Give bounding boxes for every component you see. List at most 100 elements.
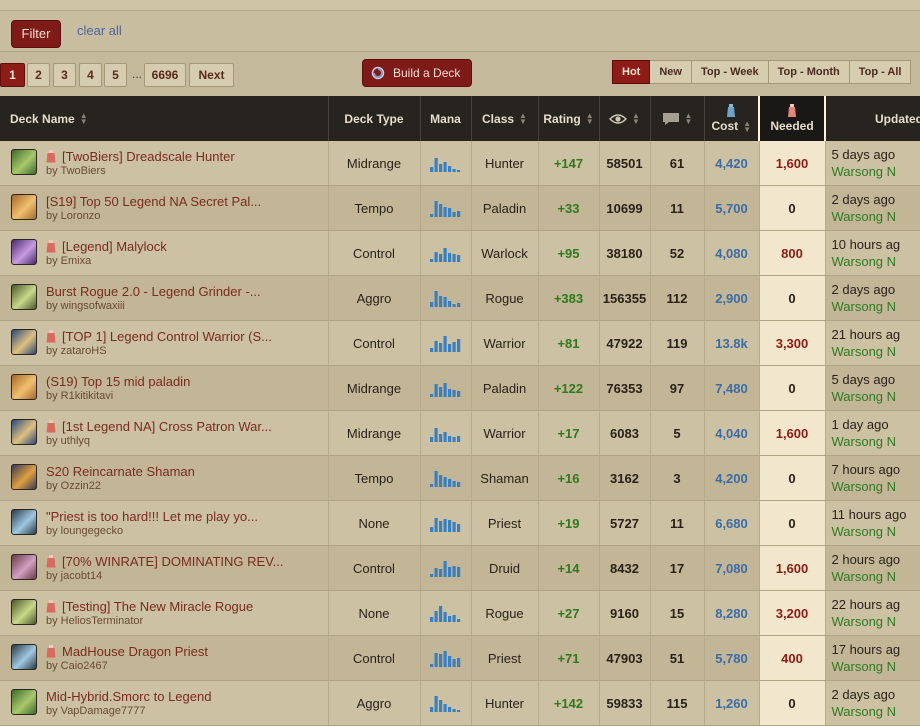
sort-tab-top-week[interactable]: Top - Week (692, 60, 769, 84)
deck-author-link[interactable]: by Ozzin22 (46, 480, 101, 492)
table-row[interactable]: Burst Rogue 2.0 - Legend Grinder -...by … (0, 276, 920, 321)
deck-author-link[interactable]: by loungegecko (46, 525, 123, 537)
deck-author-link[interactable]: by uthlyq (46, 435, 90, 447)
updated-by-link[interactable]: Warsong N (832, 614, 920, 629)
class-cell: Hunter (471, 681, 538, 726)
updated-by-link[interactable]: Warsong N (832, 209, 920, 224)
col-cost[interactable]: Cost▲▼ (704, 96, 759, 141)
sort-tab-top-all[interactable]: Top - All (850, 60, 912, 84)
deck-name-cell: Mid-Hybrid.Smorc to Legendby VapDamage77… (0, 681, 328, 726)
mana-bar (434, 471, 437, 487)
updated-by-link[interactable]: Warsong N (832, 659, 920, 674)
potion-icon (46, 420, 56, 433)
deck-name-link[interactable]: [Testing] The New Miracle Rogue (46, 599, 253, 614)
deck-name-text: [Legend] Malylock (62, 239, 167, 254)
updated-by-link[interactable]: Warsong N (832, 254, 920, 269)
deck-author-link[interactable]: by Loronzo (46, 210, 100, 222)
table-row[interactable]: [70% WINRATE] DOMINATING REV...by jacobt… (0, 546, 920, 591)
mana-cell (420, 636, 471, 681)
page-5-button[interactable]: 5 (104, 63, 127, 87)
col-needed-label: Needed (770, 119, 813, 133)
potion-icon (46, 600, 56, 613)
col-rating[interactable]: Rating▲▼ (538, 96, 599, 141)
deck-author-link[interactable]: by Caio2467 (46, 660, 108, 672)
priest-icon (11, 509, 37, 535)
mana-bar (443, 519, 446, 532)
updated-cell: 2 days agoWarsong N (825, 186, 920, 231)
deck-author-link[interactable]: by R1kitikitavi (46, 390, 113, 402)
deck-name-link[interactable]: [1st Legend NA] Cross Patron War... (46, 419, 272, 434)
deck-name-link[interactable]: (S19) Top 15 mid paladin (46, 374, 190, 389)
mana-bar (430, 394, 433, 397)
deck-name-link[interactable]: MadHouse Dragon Priest (46, 644, 208, 659)
updated-by-link[interactable]: Warsong N (832, 389, 920, 404)
clear-all-link[interactable]: clear all (77, 23, 122, 38)
deck-name-link[interactable]: [S19] Top 50 Legend NA Secret Pal... (46, 194, 261, 209)
table-row[interactable]: [1st Legend NA] Cross Patron War...by ut… (0, 411, 920, 456)
table-row[interactable]: [Legend] Malylockby EmixaControlWarlock+… (0, 231, 920, 276)
page-1-button[interactable]: 1 (0, 63, 25, 87)
deck-author-link[interactable]: by Emixa (46, 255, 91, 267)
mana-bar (457, 339, 460, 352)
deck-author-link[interactable]: by zataroHS (46, 345, 107, 357)
updated-by-link[interactable]: Warsong N (832, 704, 920, 719)
deck-name-link[interactable]: [TOP 1] Legend Control Warrior (S... (46, 329, 272, 344)
class-cell: Druid (471, 546, 538, 591)
table-row[interactable]: S20 Reincarnate Shamanby Ozzin22TempoSha… (0, 456, 920, 501)
table-row[interactable]: Mid-Hybrid.Smorc to Legendby VapDamage77… (0, 681, 920, 726)
deck-author-link[interactable]: by HeliosTerminator (46, 615, 143, 627)
updated-by-link[interactable]: Warsong N (832, 344, 920, 359)
sort-tab-hot[interactable]: Hot (612, 60, 650, 84)
next-page-button[interactable]: Next (189, 63, 234, 87)
page-last-button[interactable]: 6696 (144, 63, 186, 87)
table-row[interactable]: [TwoBiers] Dreadscale Hunterby TwoBiersM… (0, 141, 920, 186)
table-row[interactable]: MadHouse Dragon Priestby Caio2467Control… (0, 636, 920, 681)
col-deck-type[interactable]: Deck Type (328, 96, 420, 141)
top-band (0, 0, 920, 11)
deck-author-link[interactable]: by TwoBiers (46, 165, 106, 177)
deck-name-cell: [S19] Top 50 Legend NA Secret Pal...by L… (0, 186, 328, 231)
updated-by-link[interactable]: Warsong N (832, 299, 920, 314)
updated-by-link[interactable]: Warsong N (832, 164, 920, 179)
table-row[interactable]: [S19] Top 50 Legend NA Secret Pal...by L… (0, 186, 920, 231)
build-deck-button[interactable]: Build a Deck (362, 59, 472, 87)
updated-by-link[interactable]: Warsong N (832, 479, 920, 494)
col-comments[interactable]: ▲▼ (650, 96, 704, 141)
updated-by-link[interactable]: Warsong N (832, 434, 920, 449)
deck-name-link[interactable]: [TwoBiers] Dreadscale Hunter (46, 149, 235, 164)
col-views[interactable]: ▲▼ (599, 96, 650, 141)
updated-by-link[interactable]: Warsong N (832, 569, 920, 584)
sort-tab-top-month[interactable]: Top - Month (769, 60, 850, 84)
mana-bar (434, 158, 437, 172)
needed-cell: 1,600 (759, 411, 825, 456)
deck-name-link[interactable]: Burst Rogue 2.0 - Legend Grinder -... (46, 284, 261, 299)
col-mana: Mana (420, 96, 471, 141)
table-row[interactable]: [TOP 1] Legend Control Warrior (S...by z… (0, 321, 920, 366)
views-cell: 76353 (599, 366, 650, 411)
deck-name-link[interactable]: "Priest is too hard!!! Let me play yo... (46, 509, 258, 524)
page-2-button[interactable]: 2 (27, 63, 50, 87)
deck-name-link[interactable]: [70% WINRATE] DOMINATING REV... (46, 554, 284, 569)
sort-tab-new[interactable]: New (650, 60, 692, 84)
deck-author-link[interactable]: by VapDamage7777 (46, 705, 145, 717)
table-row[interactable]: "Priest is too hard!!! Let me play yo...… (0, 501, 920, 546)
mana-bar (430, 302, 433, 307)
table-row[interactable]: [Testing] The New Miracle Rogueby Helios… (0, 591, 920, 636)
deck-name-link[interactable]: Mid-Hybrid.Smorc to Legend (46, 689, 211, 704)
updated-by-link[interactable]: Warsong N (832, 524, 920, 539)
deck-name-link[interactable]: S20 Reincarnate Shaman (46, 464, 195, 479)
cost-cell: 4,040 (704, 411, 759, 456)
deck-name-link[interactable]: [Legend] Malylock (46, 239, 167, 254)
page-3-button[interactable]: 3 (53, 63, 76, 87)
col-deck-name[interactable]: Deck Name▲▼ (0, 96, 328, 141)
col-class[interactable]: Class▲▼ (471, 96, 538, 141)
page-4-button[interactable]: 4 (79, 63, 102, 87)
col-needed[interactable]: Needed (759, 96, 825, 141)
mana-bar (430, 259, 433, 262)
filter-button[interactable]: Filter (11, 20, 61, 48)
col-updated[interactable]: Updated (825, 96, 920, 141)
deck-author-link[interactable]: by jacobt14 (46, 570, 102, 582)
deck-author-link[interactable]: by wingsofwaxiii (46, 300, 125, 312)
deck-name-cell: [Legend] Malylockby Emixa (0, 231, 328, 276)
table-row[interactable]: (S19) Top 15 mid paladinby R1kitikitaviM… (0, 366, 920, 411)
